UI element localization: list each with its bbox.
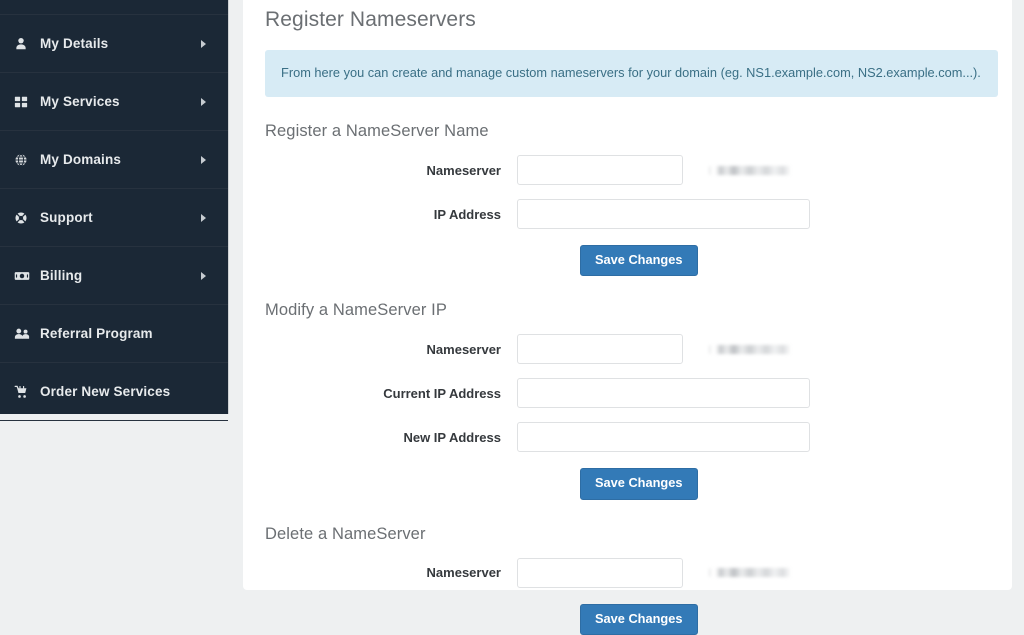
button-row: Save Changes	[265, 468, 990, 500]
sidebar-item-my-services[interactable]: My Services	[0, 73, 228, 131]
globe-icon	[14, 153, 40, 167]
sidebar-item-my-domains[interactable]: My Domains	[0, 131, 228, 189]
field-label-nameserver: Nameserver	[426, 341, 501, 357]
section-title: Delete a NameServer	[265, 524, 426, 543]
sidebar-item-order-new-services[interactable]: Order New Services	[0, 363, 228, 421]
form-sections: Register a NameServer Name Nameserver IP A…	[265, 122, 990, 635]
button-row-spacer	[265, 604, 517, 635]
form-row-new-ip-address: New IP Address	[265, 422, 990, 453]
chevron-right-icon	[201, 97, 206, 106]
content-panel: Register Nameservers From here you can c…	[243, 0, 1012, 635]
sidebar-item-support[interactable]: Support	[0, 189, 228, 247]
nameserver-input[interactable]	[517, 557, 683, 588]
redacted-domain-suffix	[709, 344, 791, 354]
current-ip-address-input[interactable]	[517, 378, 810, 409]
chevron-right-icon	[201, 271, 206, 280]
section-title: Modify a NameServer IP	[265, 301, 447, 320]
money-icon	[14, 269, 40, 283]
chevron-right-icon	[201, 39, 206, 48]
save-changes-button[interactable]: Save Changes	[580, 468, 698, 500]
sidebar-navigation: My Details My Services My Domains Support Bi…	[0, 0, 229, 421]
sidebar-item-referral-program[interactable]: Referral Program	[0, 305, 228, 363]
grid-icon	[14, 95, 40, 109]
button-row-spacer	[265, 245, 517, 276]
chevron-right-icon	[201, 213, 206, 222]
form-row-nameserver: Nameserver	[265, 557, 990, 588]
redacted-domain-suffix	[709, 568, 791, 578]
section-title: Register a NameServer Name	[265, 122, 489, 141]
sidebar-item-label: Billing	[40, 268, 83, 283]
user-icon	[14, 37, 40, 51]
new-ip-address-input[interactable]	[517, 422, 810, 453]
button-row-spacer	[265, 468, 517, 499]
button-row: Save Changes	[265, 245, 990, 277]
field-label-new-ip-address: New IP Address	[403, 429, 501, 445]
shopping-cart-icon	[14, 385, 40, 399]
info-alert: From here you can create and manage cust…	[265, 50, 998, 98]
redacted-domain-suffix	[709, 165, 791, 175]
nameserver-input[interactable]	[517, 334, 683, 365]
form-row-ip-address: IP Address	[265, 199, 990, 230]
field-label-ip-address: IP Address	[433, 206, 501, 222]
sidebar-item-label: Support	[40, 210, 93, 225]
app-screen: My Details My Services My Domains Support Bi…	[0, 0, 1024, 635]
sidebar-item-label: My Domains	[40, 152, 122, 167]
ip-address-input[interactable]	[517, 199, 810, 230]
page-title: Register Nameservers	[265, 8, 476, 31]
sidebar-item-label: My Details	[40, 36, 109, 51]
form-row-nameserver: Nameserver	[265, 334, 990, 365]
field-label-nameserver: Nameserver	[426, 162, 501, 178]
save-changes-button[interactable]: Save Changes	[580, 603, 698, 635]
nameserver-input[interactable]	[517, 155, 683, 186]
form-row-current-ip-address: Current IP Address	[265, 378, 990, 409]
form-section-delete-a-nameserver: Delete a NameServer Nameserver Save Change…	[265, 525, 990, 635]
field-label-current-ip-address: Current IP Address	[383, 385, 501, 401]
sidebar-item-label: My Services	[40, 94, 120, 109]
save-changes-button[interactable]: Save Changes	[580, 245, 698, 277]
form-section-register-a-nameserver-name: Register a NameServer Name Nameserver IP A…	[265, 122, 990, 277]
field-label-nameserver: Nameserver	[426, 565, 501, 581]
sidebar-item-my-details[interactable]: My Details	[0, 15, 228, 73]
sidebar-item-top	[0, 0, 228, 15]
sidebar-item-label: Referral Program	[40, 326, 153, 341]
life-ring-icon	[14, 211, 40, 225]
users-icon	[14, 327, 40, 341]
chevron-right-icon	[201, 155, 206, 164]
button-row: Save Changes	[265, 603, 990, 635]
sidebar-item-label: Order New Services	[40, 384, 171, 399]
form-row-nameserver: Nameserver	[265, 155, 990, 186]
form-section-modify-a-nameserver-ip: Modify a NameServer IP Nameserver Current …	[265, 301, 990, 500]
sidebar-item-billing[interactable]: Billing	[0, 247, 228, 305]
